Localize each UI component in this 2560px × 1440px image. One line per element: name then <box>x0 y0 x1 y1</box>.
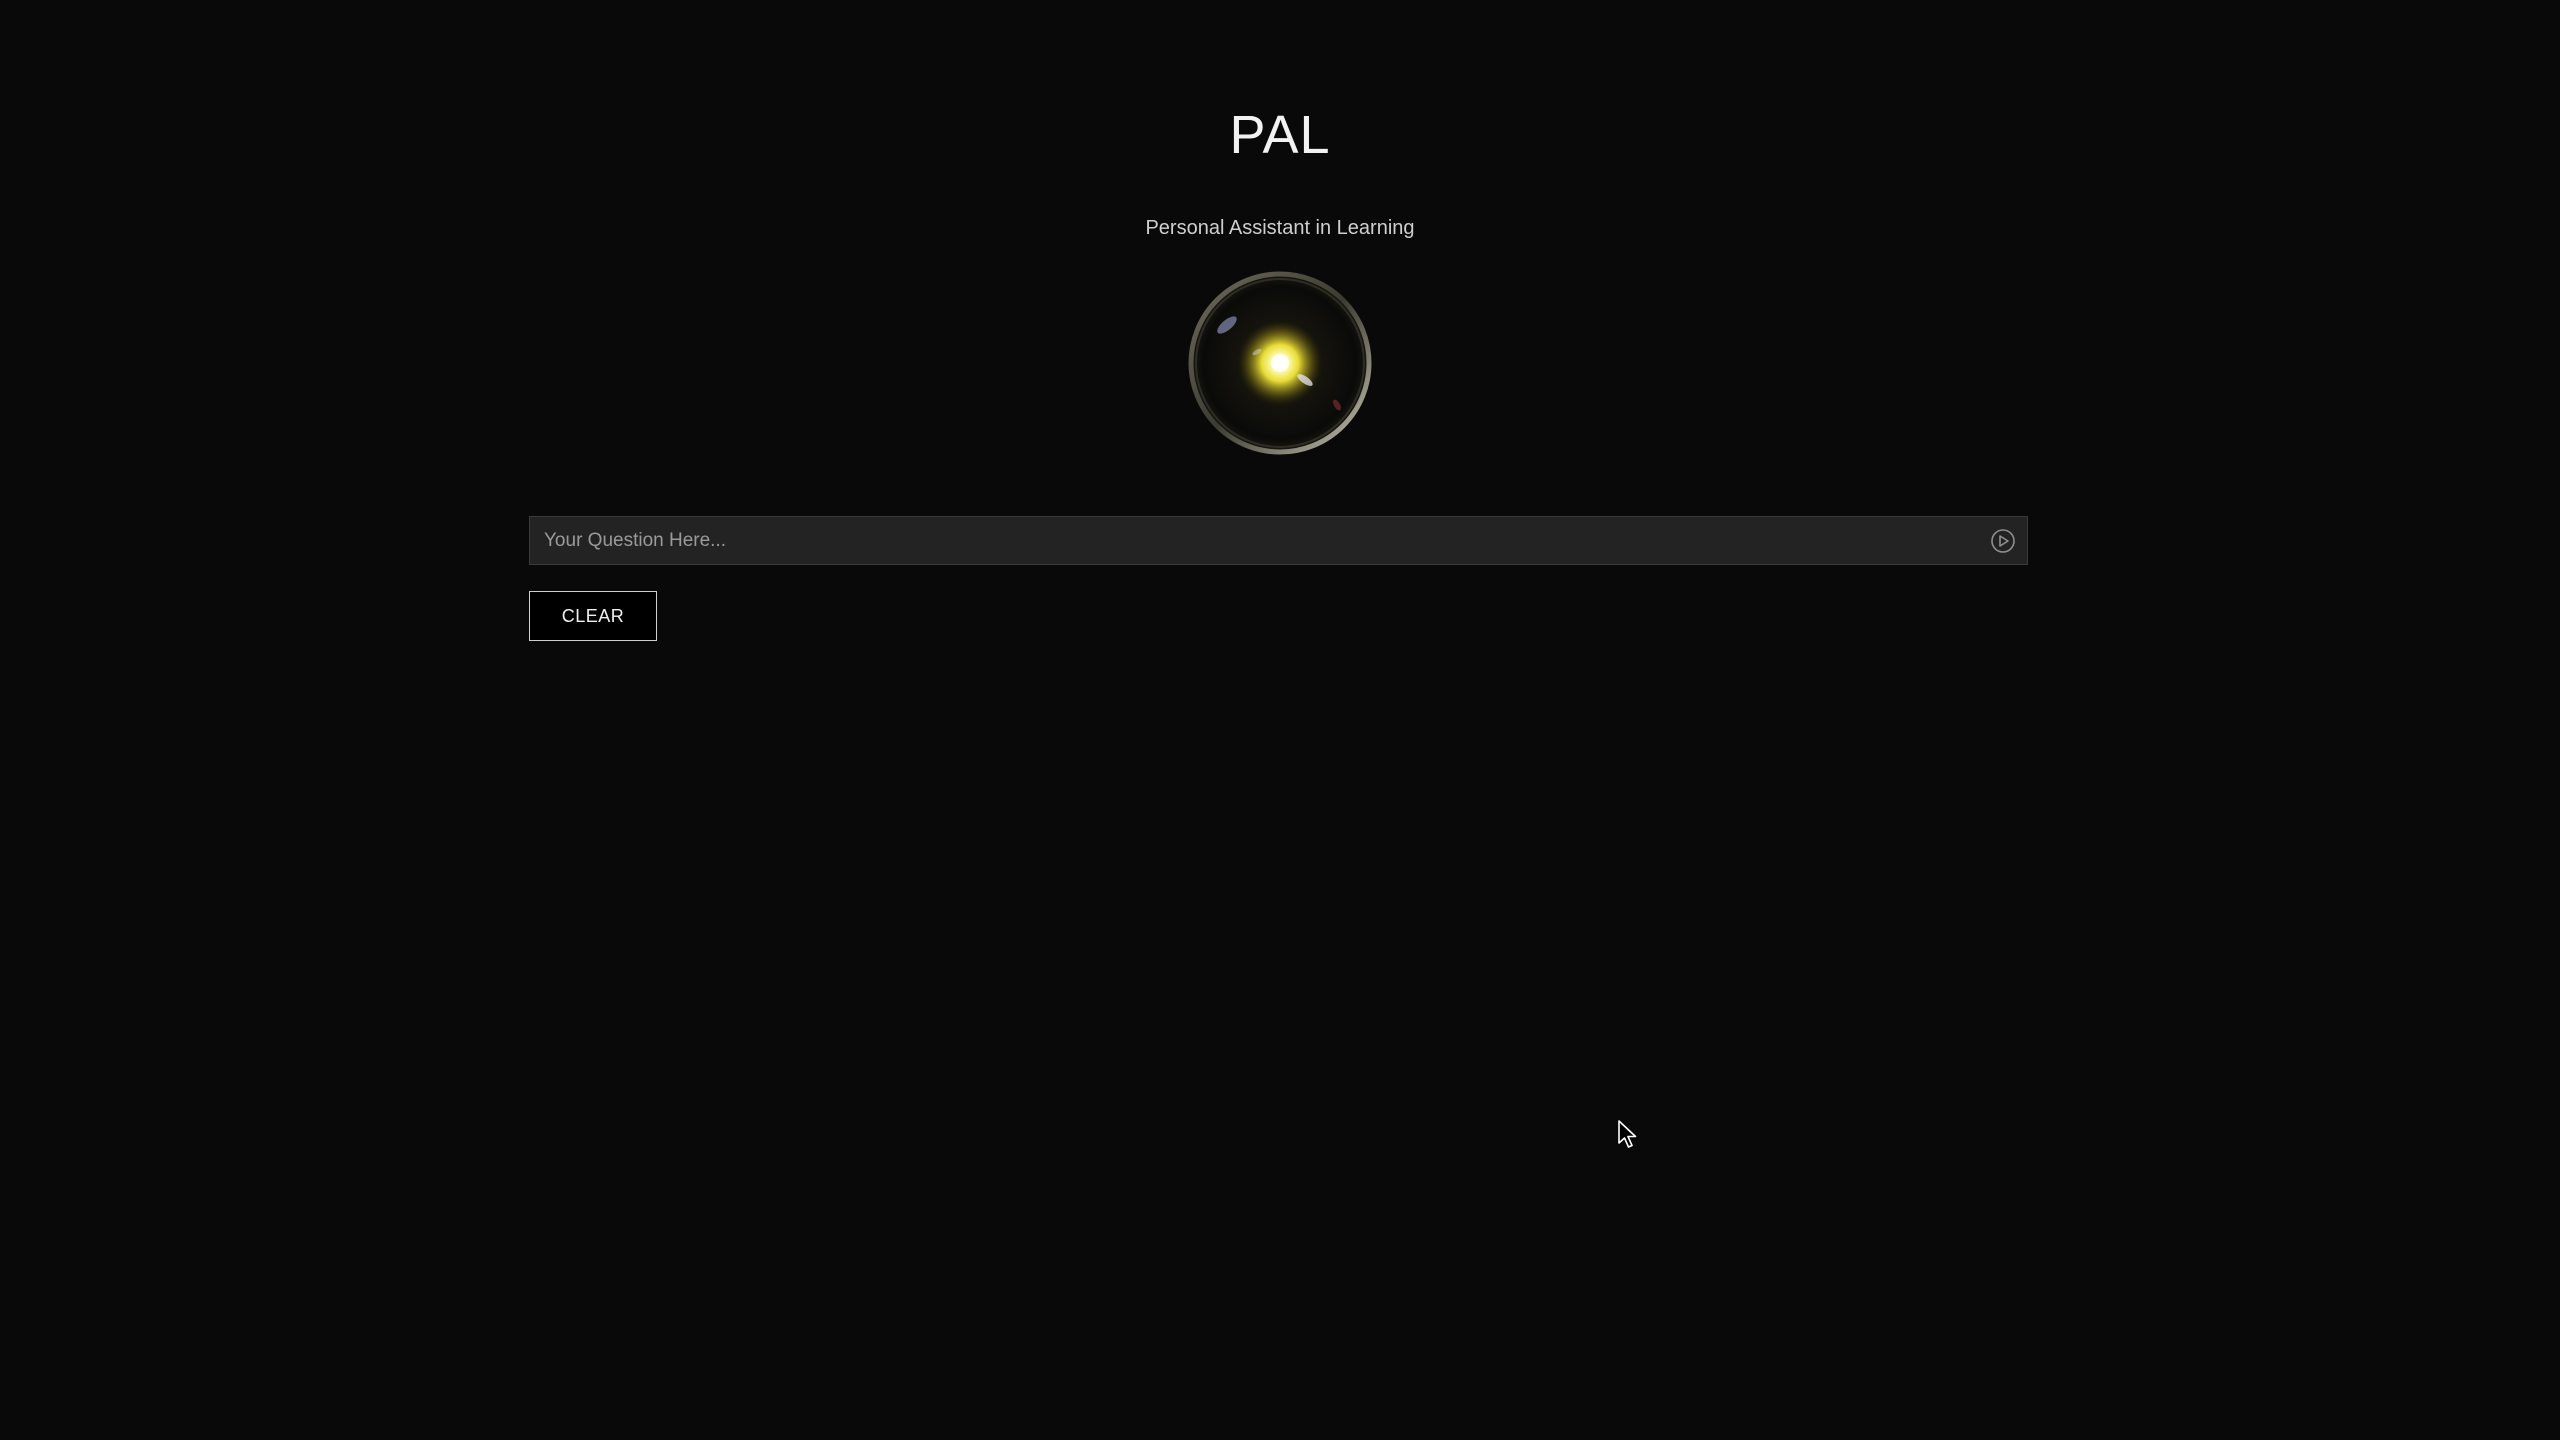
clear-button[interactable]: CLEAR <box>529 591 657 641</box>
question-input[interactable] <box>530 517 1970 564</box>
app-window: PAL Personal Assistant in Learning Your … <box>0 0 2560 1440</box>
app-subtitle: Personal Assistant in Learning <box>1145 217 1415 239</box>
play-circle-icon <box>1989 527 2017 555</box>
glowing-orb-icon <box>1187 270 1373 456</box>
app-title: PAL <box>1229 105 1331 165</box>
question-bar <box>529 516 2028 565</box>
submit-question-button[interactable] <box>1989 527 2017 555</box>
mouse-cursor-icon <box>1617 1119 1639 1149</box>
